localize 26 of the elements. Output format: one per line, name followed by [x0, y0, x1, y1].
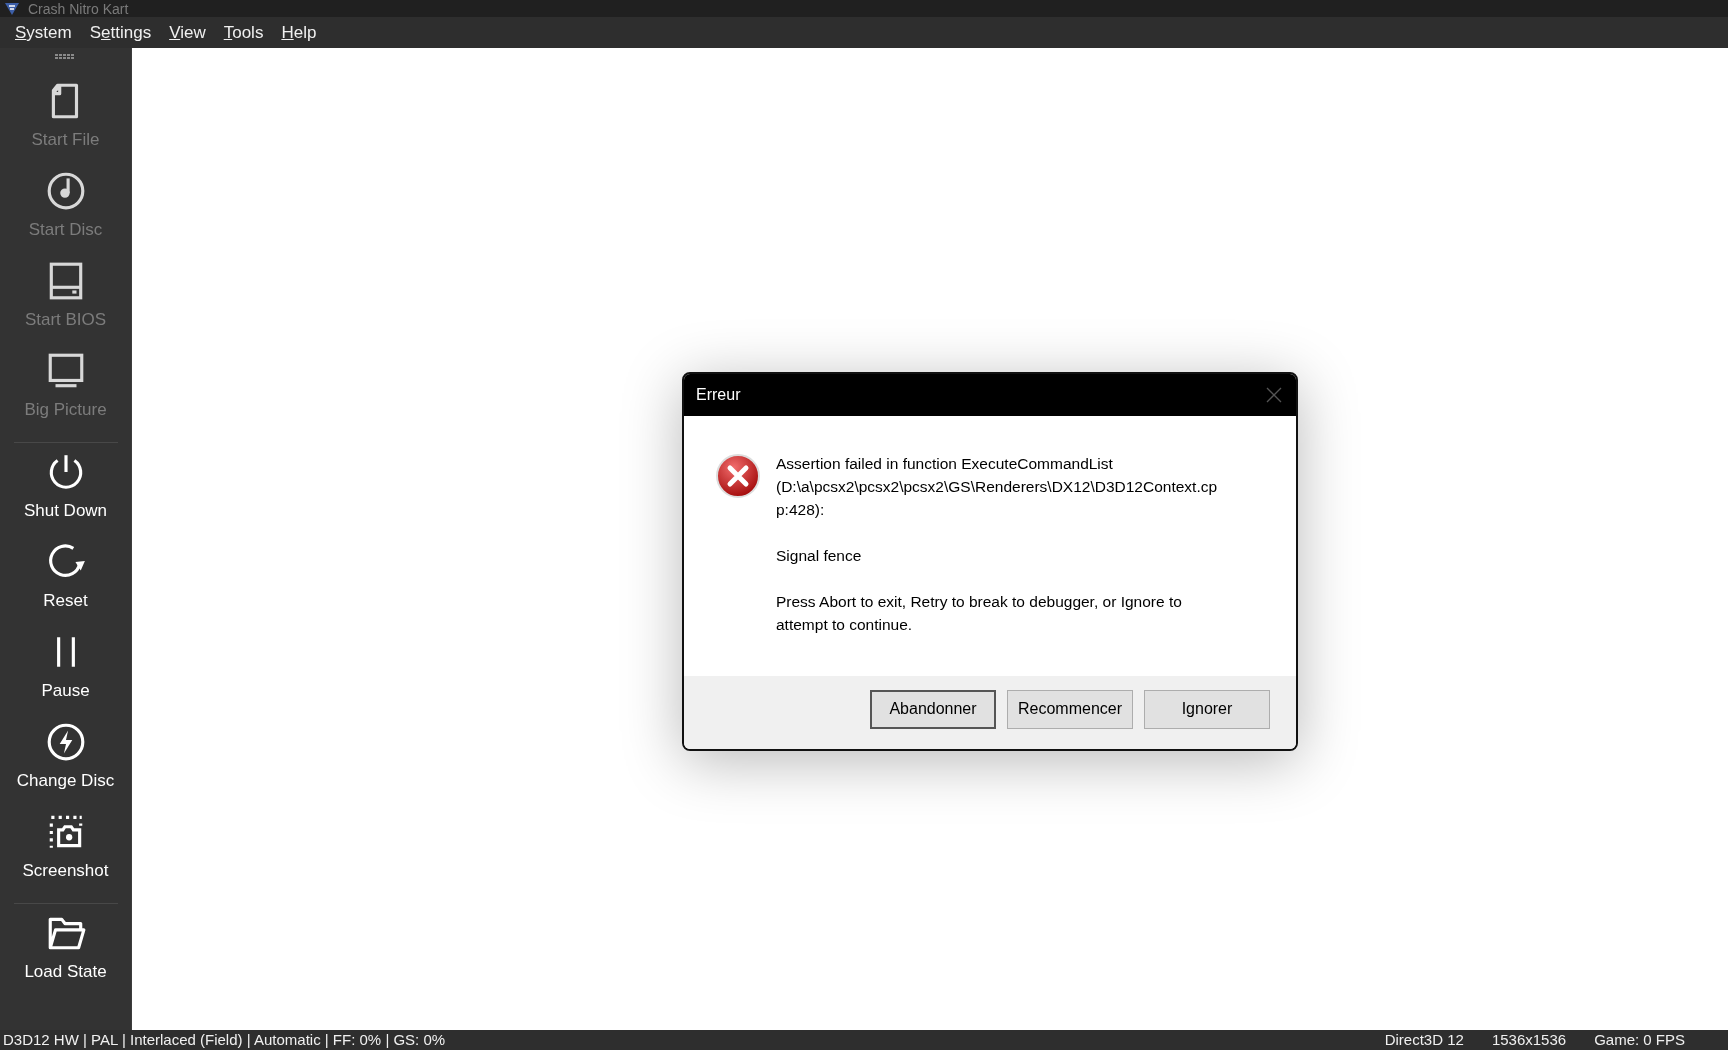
status-text: D3D12 HW | PAL | Interlaced (Field) | Automatic | FF: 0% | GS: 0% [3, 1030, 446, 1050]
app-icon [4, 1, 20, 16]
dialog-title: Erreur [696, 385, 741, 404]
dialog-message: Signal fence [776, 545, 863, 566]
menu-item[interactable]: Help [272, 18, 326, 47]
toolbar-button[interactable]: Pause [5, 629, 126, 719]
menu-item[interactable]: View [160, 18, 215, 47]
toolbar-button[interactable]: Change Disc [5, 719, 126, 809]
menu-item[interactable]: Tools [214, 18, 273, 47]
menu-item[interactable]: Settings [80, 18, 161, 47]
menu-item[interactable]: System [6, 18, 81, 47]
window-title: Crash Nitro Kart [28, 0, 129, 17]
status-text: Direct3D 12 [1384, 1030, 1464, 1050]
toolbar-button[interactable]: Shut Down [5, 449, 126, 539]
dialog-button[interactable]: Abandonner [870, 689, 996, 729]
toolbar-button[interactable]: Screenshot [5, 809, 126, 899]
dialog-button[interactable]: Recommencer [1007, 689, 1133, 729]
toolbar-button[interactable]: Reset [5, 539, 126, 629]
error-icon [714, 451, 762, 500]
dialog-message: Assertion failed in function ExecuteCommandList (D:\a\pcsx2\pcsx2\pcsx2\GS\Renderers\DX12\D3D12Context.cp p:428): [776, 453, 1218, 520]
close-icon[interactable] [1266, 386, 1282, 403]
status-text: Game: 0 FPS [1594, 1030, 1685, 1050]
dialog-message: Press Abort to exit, Retry to break to debugger, or Ignore to attempt to continue. [776, 591, 1183, 635]
status-text: 1536x1536 [1491, 1030, 1567, 1050]
toolbar-button[interactable]: Load State [5, 910, 126, 1000]
dialog-button[interactable]: Ignorer [1144, 689, 1270, 729]
